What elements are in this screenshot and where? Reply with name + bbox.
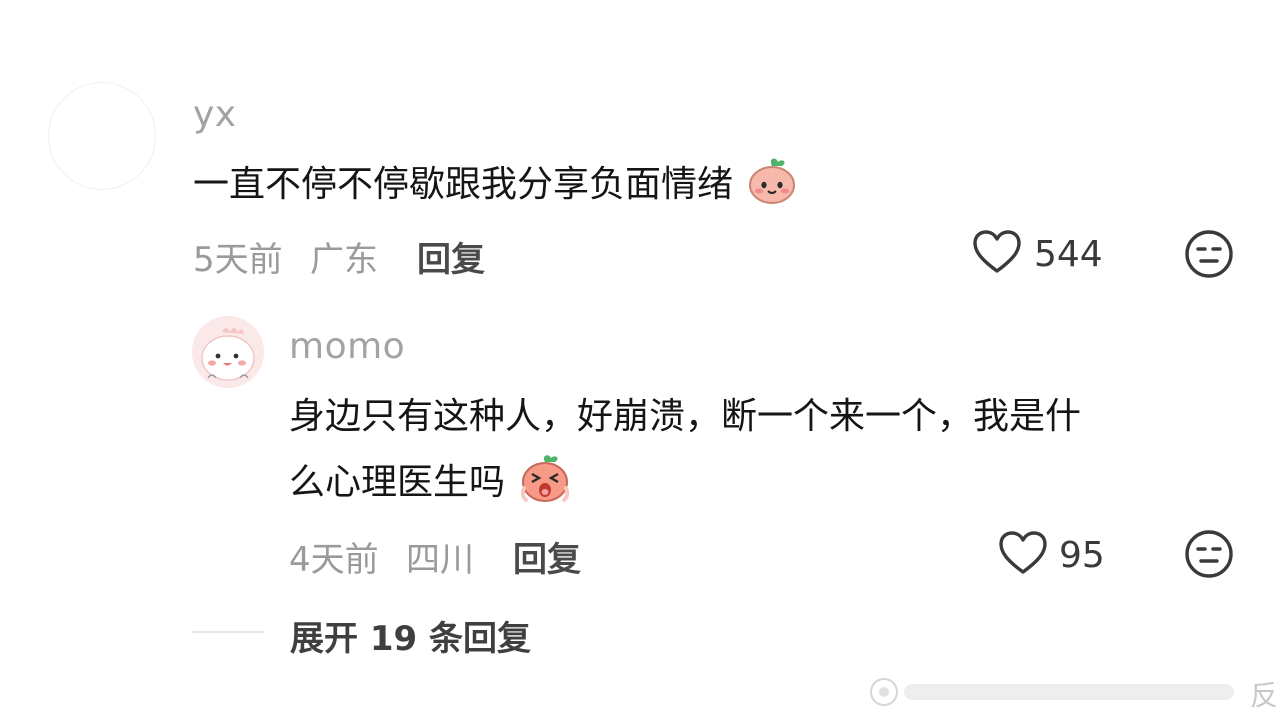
expand-replies-button[interactable]: 展开 19 条回复 xyxy=(290,611,531,660)
reply-dislike-button[interactable] xyxy=(1184,529,1234,583)
heart-outline-icon xyxy=(973,230,1021,273)
reply-like-count: 95 xyxy=(1059,535,1105,576)
reply-text-line2: 么心理医生吗 xyxy=(289,462,506,503)
heart-outline-icon xyxy=(999,531,1047,574)
neutral-face-icon xyxy=(1185,230,1233,278)
comment-dislike-button[interactable] xyxy=(1184,229,1234,283)
reply-username[interactable]: momo xyxy=(289,326,405,367)
watermark-logo xyxy=(870,678,1234,706)
watermark-text: 反 xyxy=(1249,679,1278,712)
comment-like-button[interactable] xyxy=(972,229,1022,279)
comment-username[interactable]: yx xyxy=(193,94,237,135)
reply-like-button[interactable] xyxy=(998,530,1048,580)
neutral-face-icon xyxy=(1185,530,1233,578)
reply-text-line1: 身边只有这种人，好崩溃，断一个来一个，我是什 xyxy=(289,396,1082,437)
comment-location: 广东 xyxy=(310,240,378,280)
reply-reply-button[interactable]: 回复 xyxy=(513,532,581,581)
peach-smile-emoji xyxy=(749,158,796,204)
avatar-yx[interactable] xyxy=(48,82,156,190)
comment-like-count: 544 xyxy=(1034,234,1103,275)
reply-location: 四川 xyxy=(406,540,474,580)
avatar-momo[interactable] xyxy=(192,316,264,388)
comment-time: 5天前 xyxy=(193,240,283,280)
avatar-momo-image xyxy=(192,316,264,388)
comment-text-body: 一直不停不停歇跟我分享负面情绪 xyxy=(193,164,734,205)
peach-cry-emoji xyxy=(521,455,570,502)
watermark: 反 xyxy=(864,672,1284,712)
reply-time: 4天前 xyxy=(289,540,379,580)
comment-reply-button[interactable]: 回复 xyxy=(417,232,485,281)
comment-text: 一直不停不停歇跟我分享负面情绪 xyxy=(193,154,798,216)
reply-text-line2-wrap: 么心理医生吗 xyxy=(289,452,572,514)
expand-divider xyxy=(192,631,264,633)
